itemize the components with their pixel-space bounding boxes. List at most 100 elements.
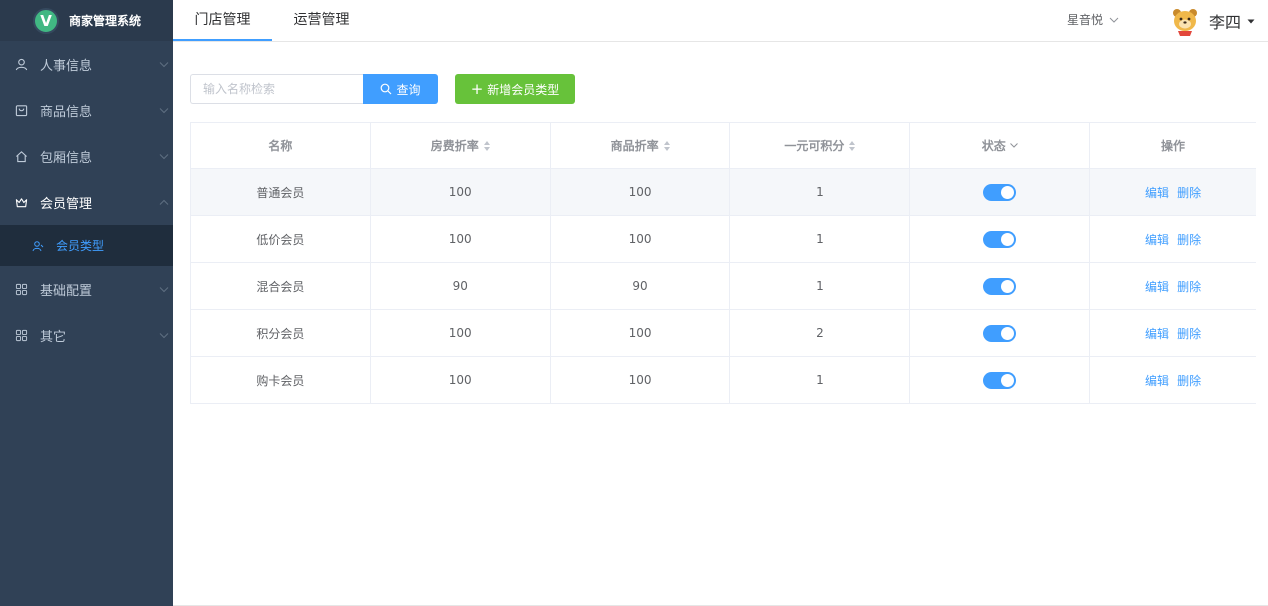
tab-store-management[interactable]: 门店管理 xyxy=(173,0,272,41)
chevron-down-icon xyxy=(159,103,169,118)
sort-icon[interactable] xyxy=(849,140,856,151)
vue-logo-icon: V xyxy=(33,7,59,34)
table-row: 购卡会员 100 100 1 编辑 删除 xyxy=(191,357,1256,404)
app-title: 商家管理系统 xyxy=(69,14,142,28)
cell-status xyxy=(910,310,1091,356)
plus-icon: + xyxy=(470,79,484,98)
cell-actions: 编辑 删除 xyxy=(1090,169,1256,215)
column-header-goods-rate[interactable]: 商品折率 xyxy=(551,123,731,168)
sidebar-item-label: 其它 xyxy=(40,329,67,345)
crown-icon xyxy=(14,195,28,209)
delete-link[interactable]: 删除 xyxy=(1177,278,1201,295)
cell-points: 1 xyxy=(730,263,911,309)
cell-status xyxy=(910,357,1091,403)
edit-link[interactable]: 编辑 xyxy=(1145,184,1169,201)
avatar xyxy=(1173,9,1197,36)
caret-down-icon xyxy=(1247,19,1255,23)
sidebar-item-members[interactable]: 会员管理 xyxy=(0,179,173,225)
sort-icon[interactable] xyxy=(483,140,490,151)
cell-goods-rate: 100 xyxy=(551,310,731,356)
edit-link[interactable]: 编辑 xyxy=(1145,372,1169,389)
sidebar-item-label: 人事信息 xyxy=(40,58,93,74)
chevron-down-icon xyxy=(1109,17,1119,23)
status-toggle[interactable] xyxy=(983,183,1017,201)
delete-link[interactable]: 删除 xyxy=(1177,184,1201,201)
edit-link[interactable]: 编辑 xyxy=(1145,278,1169,295)
cell-room-rate: 100 xyxy=(371,310,551,356)
shop-select[interactable]: 星音悦 xyxy=(1067,11,1119,28)
sidebar-item-goods[interactable]: 商品信息 xyxy=(0,87,173,133)
edit-link[interactable]: 编辑 xyxy=(1145,231,1169,248)
search-input[interactable] xyxy=(190,74,364,104)
search-button-label: 查询 xyxy=(396,82,421,97)
delete-link[interactable]: 删除 xyxy=(1177,231,1201,248)
status-toggle[interactable] xyxy=(983,277,1017,295)
status-toggle[interactable] xyxy=(983,371,1017,389)
status-toggle[interactable] xyxy=(983,324,1017,342)
user-name: 李四 xyxy=(1209,13,1242,32)
main-content: 查询 + 新增会员类型 名称 房费折率 商品折率 一元可积分 状态 操作 普通会… xyxy=(173,42,1268,606)
add-button-label: 新增会员类型 xyxy=(487,82,560,97)
cell-actions: 编辑 删除 xyxy=(1090,216,1256,262)
cell-name: 购卡会员 xyxy=(191,357,371,403)
delete-link[interactable]: 删除 xyxy=(1177,325,1201,342)
cell-status xyxy=(910,169,1091,215)
cell-goods-rate: 100 xyxy=(551,357,731,403)
sidebar-subitem-label: 会员类型 xyxy=(56,239,105,253)
search-icon xyxy=(381,83,392,95)
sidebar-subitem-member-types[interactable]: 会员类型 xyxy=(0,225,173,266)
cell-goods-rate: 90 xyxy=(551,263,731,309)
edit-link[interactable]: 编辑 xyxy=(1145,325,1169,342)
sidebar-item-label: 包厢信息 xyxy=(40,150,93,166)
table-row: 普通会员 100 100 1 编辑 删除 xyxy=(191,169,1256,216)
sort-icon[interactable] xyxy=(663,140,670,151)
cell-name: 积分会员 xyxy=(191,310,371,356)
tab-operations-management[interactable]: 运营管理 xyxy=(272,0,371,41)
chevron-down-icon xyxy=(159,328,169,343)
status-toggle[interactable] xyxy=(983,230,1017,248)
chevron-down-icon xyxy=(159,282,169,297)
grid-icon xyxy=(14,328,28,342)
table-row: 低价会员 100 100 1 编辑 删除 xyxy=(191,216,1256,263)
sidebar-item-personnel[interactable]: 人事信息 xyxy=(0,41,173,87)
column-header-status[interactable]: 状态 xyxy=(910,123,1091,168)
user-menu[interactable]: 李四 xyxy=(1169,5,1255,37)
logo: V 商家管理系统 xyxy=(0,0,173,41)
table-row: 混合会员 90 90 1 编辑 删除 xyxy=(191,263,1256,310)
column-header-points[interactable]: 一元可积分 xyxy=(730,123,911,168)
sidebar-item-label: 基础配置 xyxy=(40,283,93,299)
cell-name: 混合会员 xyxy=(191,263,371,309)
cell-status xyxy=(910,263,1091,309)
sidebar-item-config[interactable]: 基础配置 xyxy=(0,266,173,312)
chevron-down-icon xyxy=(159,149,169,164)
cell-actions: 编辑 删除 xyxy=(1090,263,1256,309)
column-header-actions: 操作 xyxy=(1161,139,1186,153)
chevron-up-icon xyxy=(159,195,169,210)
shop-name: 星音悦 xyxy=(1067,13,1104,27)
user-icon xyxy=(14,57,28,71)
cell-actions: 编辑 删除 xyxy=(1090,310,1256,356)
goods-icon xyxy=(14,103,28,117)
delete-link[interactable]: 删除 xyxy=(1177,372,1201,389)
column-header-room-rate[interactable]: 房费折率 xyxy=(371,123,551,168)
sidebar-item-rooms[interactable]: 包厢信息 xyxy=(0,133,173,179)
cell-goods-rate: 100 xyxy=(551,169,731,215)
add-member-type-button[interactable]: + 新增会员类型 xyxy=(455,74,575,104)
search-button[interactable]: 查询 xyxy=(363,74,438,104)
member-type-table: 名称 房费折率 商品折率 一元可积分 状态 操作 普通会员 100 100 1 … xyxy=(190,122,1256,404)
grid-icon xyxy=(14,282,28,296)
filter-chevron-icon[interactable] xyxy=(1009,143,1018,148)
cell-goods-rate: 100 xyxy=(551,216,731,262)
sidebar: V 商家管理系统 人事信息 商品信息 包厢信息 会员管理 会员类型 基础配置 其… xyxy=(0,0,173,606)
sidebar-item-label: 商品信息 xyxy=(40,104,93,120)
cell-room-rate: 90 xyxy=(371,263,551,309)
cell-status xyxy=(910,216,1091,262)
home-icon xyxy=(14,149,28,163)
column-header-name: 名称 xyxy=(191,123,371,168)
chevron-down-icon xyxy=(159,57,169,72)
sidebar-item-label: 会员管理 xyxy=(40,196,93,212)
sidebar-item-other[interactable]: 其它 xyxy=(0,312,173,358)
cell-points: 1 xyxy=(730,357,911,403)
top-header: 门店管理 运营管理 星音悦 李四 xyxy=(173,0,1268,42)
cell-points: 2 xyxy=(730,310,911,356)
